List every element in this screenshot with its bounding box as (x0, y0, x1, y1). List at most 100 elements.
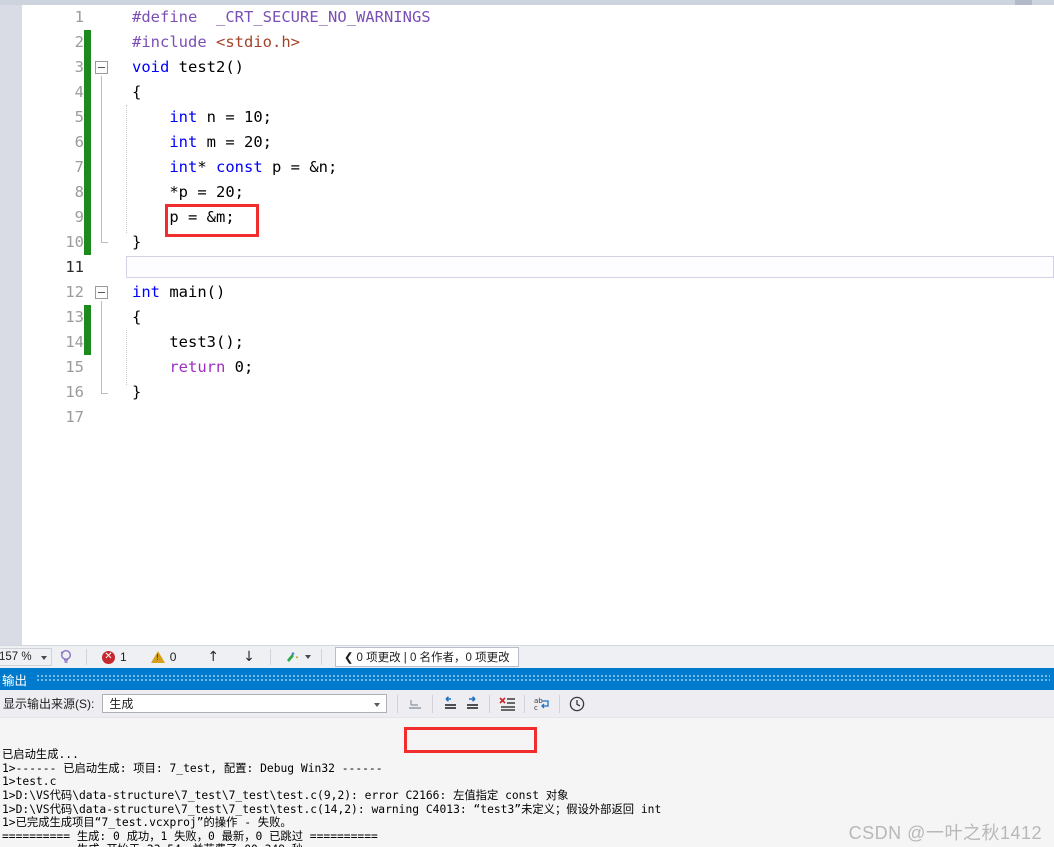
code-line[interactable]: 13 { (22, 305, 1054, 330)
output-toolbar[interactable]: 显示输出来源(S): 生成 ab c (0, 690, 1054, 718)
code-text: int main() (132, 280, 225, 305)
code-token: p = &m; (132, 208, 235, 226)
output-panel-title-bar[interactable]: 输出 (0, 668, 1054, 690)
code-token: } (132, 233, 142, 251)
output-source-label: 显示输出来源(S): (3, 697, 95, 711)
code-token: main() (160, 283, 226, 301)
code-token: *p = 20; (132, 183, 244, 201)
word-wrap-icon[interactable]: ab c (531, 694, 553, 714)
output-text-area[interactable]: 已启动生成... 1>------ 已启动生成: 项目: 7_test, 配置: … (0, 718, 1054, 847)
warning-count-label: 0 (169, 650, 177, 664)
panel-drag-dots[interactable] (36, 674, 1050, 683)
line-number: 16 (65, 383, 84, 401)
line-number: 9 (74, 208, 84, 226)
code-line[interactable]: 1 #define _CRT_SECURE_NO_WARNINGS (22, 5, 1054, 30)
chevron-down-icon-output-source (374, 703, 381, 707)
code-text: } (132, 380, 141, 405)
output-source-select[interactable]: 生成 (102, 694, 388, 713)
code-line[interactable]: 6 int m = 20; (22, 130, 1054, 155)
line-number: 17 (65, 408, 84, 426)
code-editor[interactable]: 1 #define _CRT_SECURE_NO_WARNINGS 2 #includ… (0, 0, 1054, 645)
line-number: 11 (65, 258, 84, 276)
output-line: 1>------ 已启动生成: 项目: 7_test, 配置: Debug Wi… (2, 761, 383, 775)
next-message-icon[interactable] (461, 694, 483, 714)
line-number: 5 (74, 108, 84, 126)
line-number: 3 (74, 58, 84, 76)
code-text: *p = 20; (132, 180, 244, 205)
line-number: 6 (74, 133, 84, 151)
line-number: 14 (65, 333, 84, 351)
toolbar-separator-1 (397, 694, 399, 713)
code-line[interactable]: 11 (22, 255, 1054, 280)
code-line[interactable]: 14 test3(); (22, 330, 1054, 355)
code-text: } (132, 230, 141, 255)
code-token: n = 10; (197, 108, 272, 126)
code-token: test2() (169, 58, 244, 76)
code-token: #include (132, 33, 216, 51)
editor-selection-margin-inner (0, 6, 22, 645)
code-line[interactable]: 7 int* const p = &n; (22, 155, 1054, 180)
code-token: const (216, 158, 263, 176)
code-text: int n = 10; (132, 105, 272, 130)
code-text: return 0; (132, 355, 253, 380)
clear-all-icon[interactable] (496, 694, 518, 714)
line-number: 12 (65, 283, 84, 301)
code-line[interactable]: 10} (22, 230, 1054, 255)
code-text: test3(); (132, 330, 244, 355)
lightbulb-icon[interactable] (58, 649, 74, 665)
source-control-status[interactable]: ❮ 0 项更改 | 0 名作者，0 项更改 (334, 647, 519, 667)
code-token: int (169, 158, 198, 176)
status-bar[interactable]: 157 % ✕ 1 0 ↑ ↓ ❮ 0 项更改 | 0 名作者，0 项更改 (0, 645, 1054, 668)
code-text: #include <stdio.h> (132, 30, 300, 55)
code-line[interactable]: 9 p = &m; (22, 205, 1054, 230)
line-number: 10 (65, 233, 84, 251)
timestamp-icon[interactable] (566, 694, 588, 714)
warning-count-item[interactable]: 0 (150, 650, 177, 664)
code-token: _CRT_SECURE_NO_WARNINGS (216, 8, 431, 26)
toolbar-separator-3 (489, 694, 491, 713)
code-line[interactable]: 12 int main() (22, 280, 1054, 305)
code-line[interactable]: 5 int n = 10; (22, 105, 1054, 130)
code-line[interactable]: 17 (22, 405, 1054, 430)
code-token: return (169, 358, 226, 376)
code-line[interactable]: 16} (22, 380, 1054, 405)
code-line[interactable]: 8 *p = 20; (22, 180, 1054, 205)
code-token: int (132, 283, 160, 301)
zoom-level-combo[interactable]: 157 % (0, 648, 52, 666)
code-line[interactable]: 3 void test2() (22, 55, 1054, 80)
code-lines[interactable]: 1 #define _CRT_SECURE_NO_WARNINGS 2 #includ… (22, 5, 1054, 430)
previous-message-icon[interactable] (439, 694, 461, 714)
status-separator-2 (269, 649, 271, 665)
intellicode-icon[interactable] (284, 650, 311, 665)
code-line[interactable]: 4{ (22, 80, 1054, 105)
output-line: 1>test.c (2, 775, 57, 789)
line-number: 7 (74, 158, 84, 176)
output-line: 1>D:\VS代码\data-structure\7_test\7_test\t… (2, 802, 662, 816)
svg-text:c: c (534, 704, 538, 712)
output-source-value: 生成 (109, 697, 134, 711)
code-token: #define (132, 8, 216, 26)
code-token: { (132, 83, 142, 101)
prev-issue-button[interactable]: ↑ (202, 649, 224, 665)
code-text: p = &m; (132, 205, 235, 230)
code-line[interactable]: 2 #include <stdio.h> (22, 30, 1054, 55)
error-icon: ✕ (102, 650, 115, 664)
warning-icon (150, 651, 165, 663)
code-line[interactable]: 15 return 0; (22, 355, 1054, 380)
error-count-item[interactable]: ✕ 1 (102, 650, 127, 664)
code-token: <stdio.h> (216, 33, 300, 51)
line-number: 15 (65, 358, 84, 376)
chevron-down-icon-intellicode (304, 655, 311, 659)
next-issue-button[interactable]: ↓ (238, 649, 260, 665)
go-to-message-icon[interactable] (404, 694, 426, 714)
code-text: int m = 20; (132, 130, 272, 155)
code-token: test3(); (132, 333, 244, 351)
chevron-down-icon (41, 656, 47, 660)
toolbar-separator-4 (524, 694, 526, 713)
output-panel[interactable]: 输出 显示输出来源(S): 生成 ab c 已启动生成... 1>------ … (0, 668, 1054, 847)
output-panel-title: 输出 (2, 673, 28, 688)
status-separator-3 (320, 649, 322, 665)
code-token: int (169, 108, 198, 126)
line-number: 1 (74, 8, 84, 26)
